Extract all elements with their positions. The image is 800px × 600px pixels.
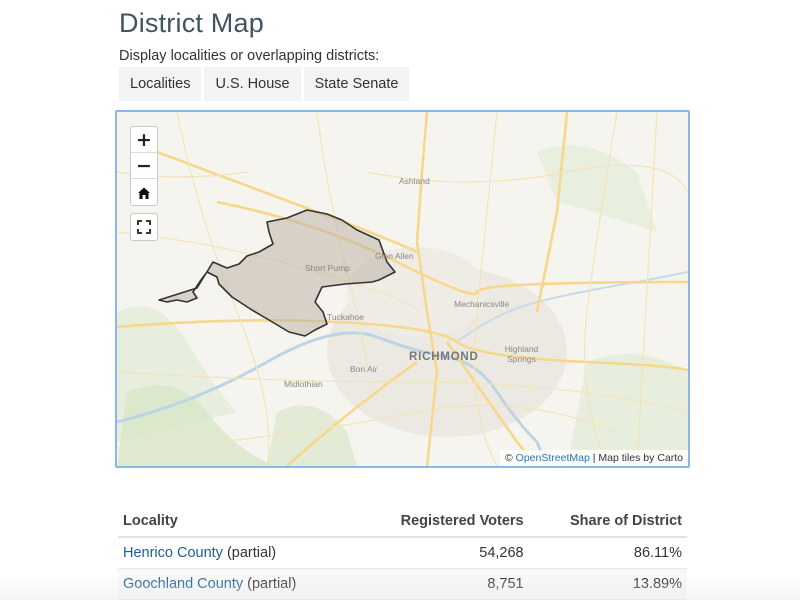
place-label-short-pump: Short Pump xyxy=(305,263,350,273)
table-row: Goochland County (partial) 8,751 13.89% xyxy=(118,568,687,600)
locality-note: (partial) xyxy=(243,576,297,592)
home-icon xyxy=(138,187,150,199)
fullscreen-icon xyxy=(137,220,151,234)
locality-link[interactable]: Henrico County xyxy=(123,545,223,561)
place-label-mechanicsville: Mechanicsville xyxy=(454,299,510,309)
map-attribution: © OpenStreetMap | Map tiles by Carto xyxy=(500,450,688,466)
home-button[interactable] xyxy=(131,179,157,205)
layer-prompt: Display localities or overlapping distri… xyxy=(119,48,380,64)
state-senate-button[interactable]: State Senate xyxy=(303,67,410,101)
share-cell: 13.89% xyxy=(528,568,687,600)
localities-button[interactable]: Localities xyxy=(119,67,202,101)
district-map[interactable]: Ashland Glen Allen Short Pump Mechanicsv… xyxy=(115,110,690,468)
voters-cell: 8,751 xyxy=(355,568,529,600)
place-label-ashland: Ashland xyxy=(399,176,430,186)
layer-button-group: Localities U.S. House State Senate xyxy=(119,67,412,101)
locality-table: Locality Registered Voters Share of Dist… xyxy=(118,506,687,600)
place-label-bon-air: Bon Air xyxy=(350,364,378,374)
locality-cell: Henrico County (partial) xyxy=(118,537,356,569)
page-title: District Map xyxy=(119,8,264,38)
table-row: Henrico County (partial) 54,268 86.11% xyxy=(118,537,687,569)
place-label-tuckahoe: Tuckahoe xyxy=(327,312,365,322)
share-cell: 86.11% xyxy=(528,537,687,569)
zoom-out-button[interactable]: − xyxy=(131,153,157,179)
copyright-symbol: © xyxy=(505,452,513,464)
tiles-credit: | Map tiles by Carto xyxy=(589,452,683,464)
locality-header: Locality xyxy=(118,506,356,538)
us-house-button[interactable]: U.S. House xyxy=(204,67,301,101)
locality-cell: Goochland County (partial) xyxy=(118,568,356,600)
zoom-in-button[interactable]: + xyxy=(131,127,157,153)
place-label-glen-allen: Glen Allen xyxy=(375,251,414,261)
table-header-row: Locality Registered Voters Share of Dist… xyxy=(118,506,687,538)
place-label-highland-springs: Highland Springs xyxy=(504,344,539,364)
locality-note: (partial) xyxy=(222,545,277,561)
fullscreen-button[interactable] xyxy=(130,213,158,241)
openstreetmap-link[interactable]: OpenStreetMap xyxy=(516,452,590,464)
place-label-richmond: RICHMOND xyxy=(409,351,479,363)
place-label-midlothian: Midlothian xyxy=(284,379,323,389)
registered-voters-header: Registered Voters xyxy=(355,506,529,538)
locality-link[interactable]: Goochland County xyxy=(123,576,243,592)
zoom-control: + − xyxy=(130,126,158,206)
map-tiles xyxy=(117,112,688,466)
share-of-district-header: Share of District xyxy=(528,506,687,538)
voters-cell: 54,268 xyxy=(355,537,529,569)
